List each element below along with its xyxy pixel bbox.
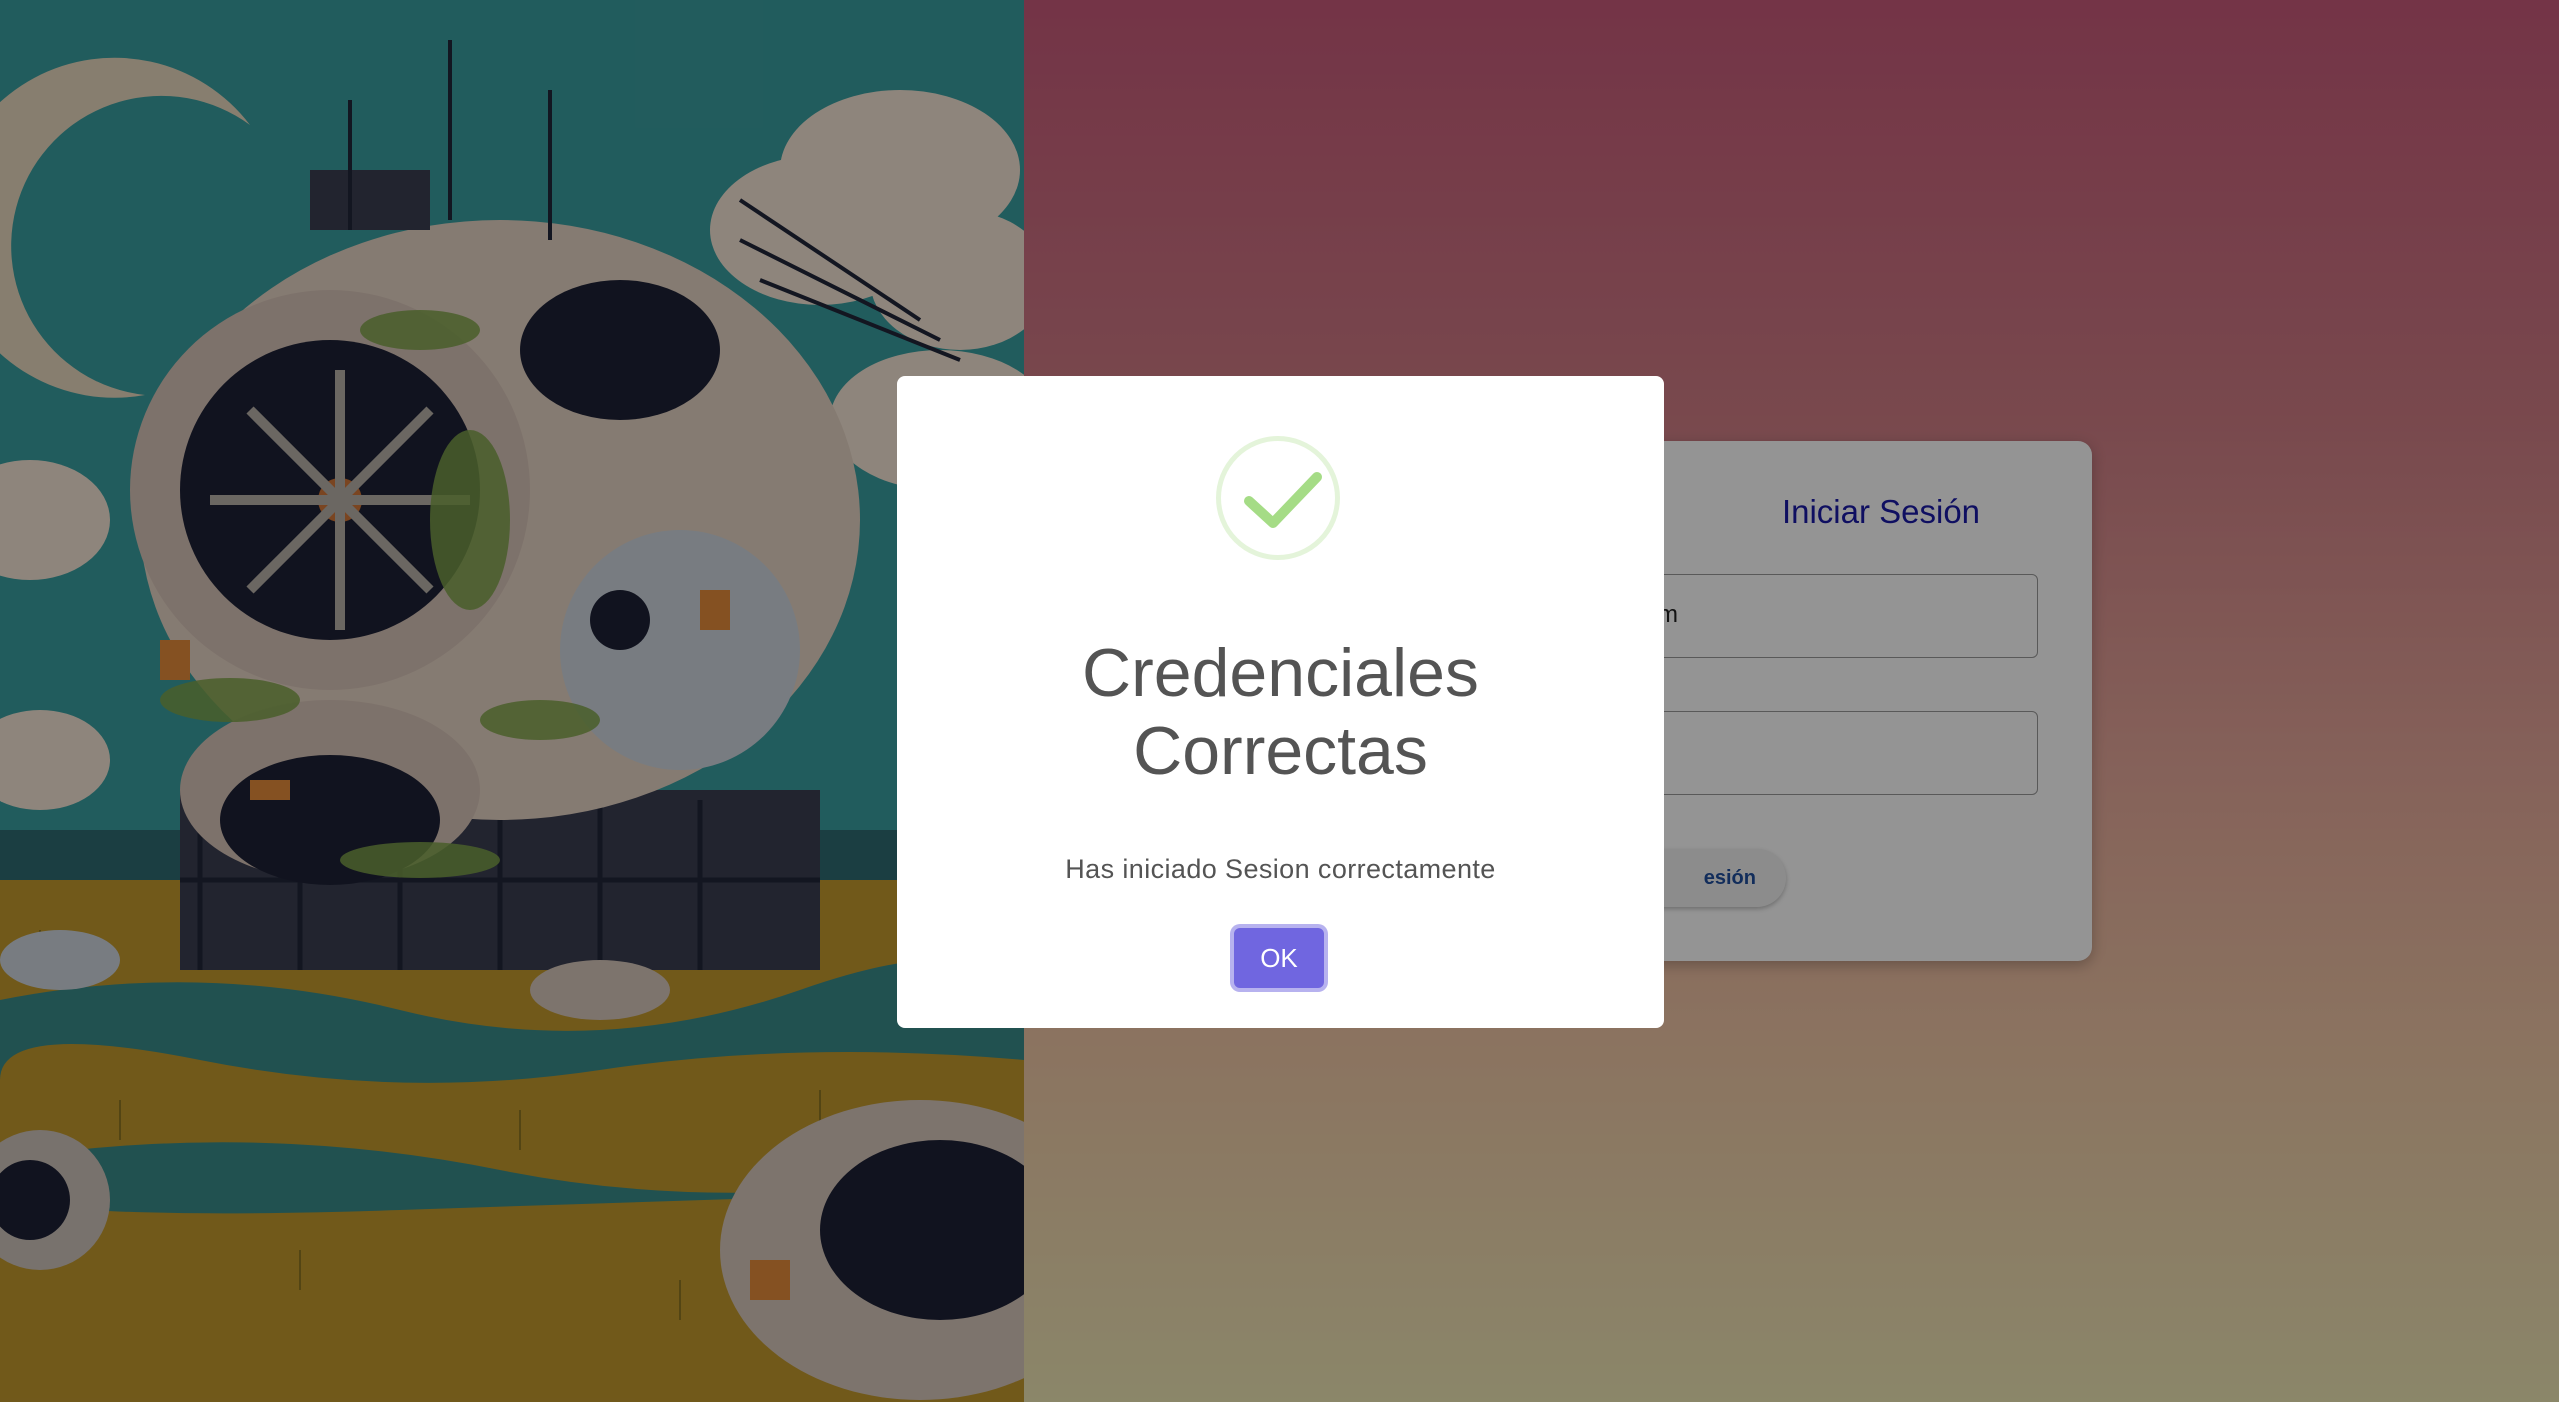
success-modal: Credenciales Correctas Has iniciado Sesi… bbox=[897, 376, 1664, 1028]
modal-message: Has iniciado Sesion correctamente bbox=[1065, 854, 1496, 884]
success-check-icon bbox=[1216, 436, 1340, 560]
page: Iniciar Sesión ail.com * esión Credencia… bbox=[0, 0, 2559, 1402]
ok-button[interactable]: OK bbox=[1234, 928, 1324, 988]
modal-title: Credenciales Correctas bbox=[1082, 635, 1479, 789]
